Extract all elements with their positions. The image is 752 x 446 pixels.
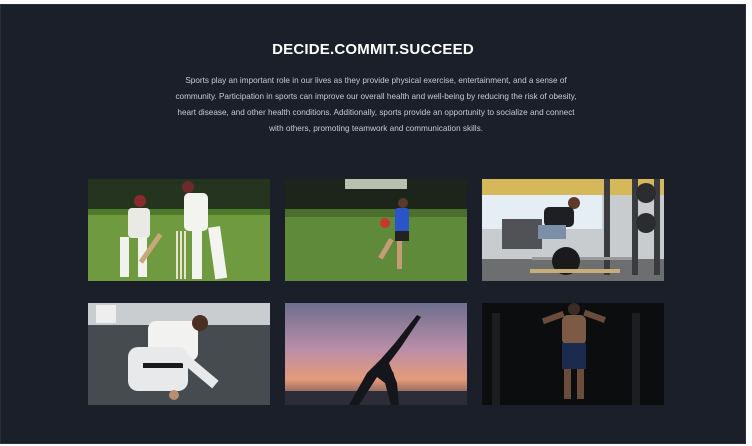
- jiu-jitsu-photo: [88, 303, 270, 405]
- yoga-photo: [285, 303, 467, 405]
- gym-photo: [482, 179, 664, 281]
- gallery-image-cricket[interactable]: [88, 179, 270, 281]
- cricket-photo: [88, 179, 270, 281]
- gallery-image-football[interactable]: [285, 179, 467, 281]
- fitness-photo: [482, 303, 664, 405]
- gallery-image-jiu-jitsu[interactable]: [88, 303, 270, 405]
- sports-section: DECIDE.COMMIT.SUCCEED Sports play an imp…: [0, 4, 746, 444]
- gallery-image-yoga[interactable]: [285, 303, 467, 405]
- football-photo: [285, 179, 467, 281]
- gallery-image-fitness[interactable]: [482, 303, 664, 405]
- section-title: DECIDE.COMMIT.SUCCEED: [272, 41, 474, 58]
- gallery-image-gym[interactable]: [482, 179, 664, 281]
- section-description: Sports play an important role in our liv…: [175, 76, 577, 133]
